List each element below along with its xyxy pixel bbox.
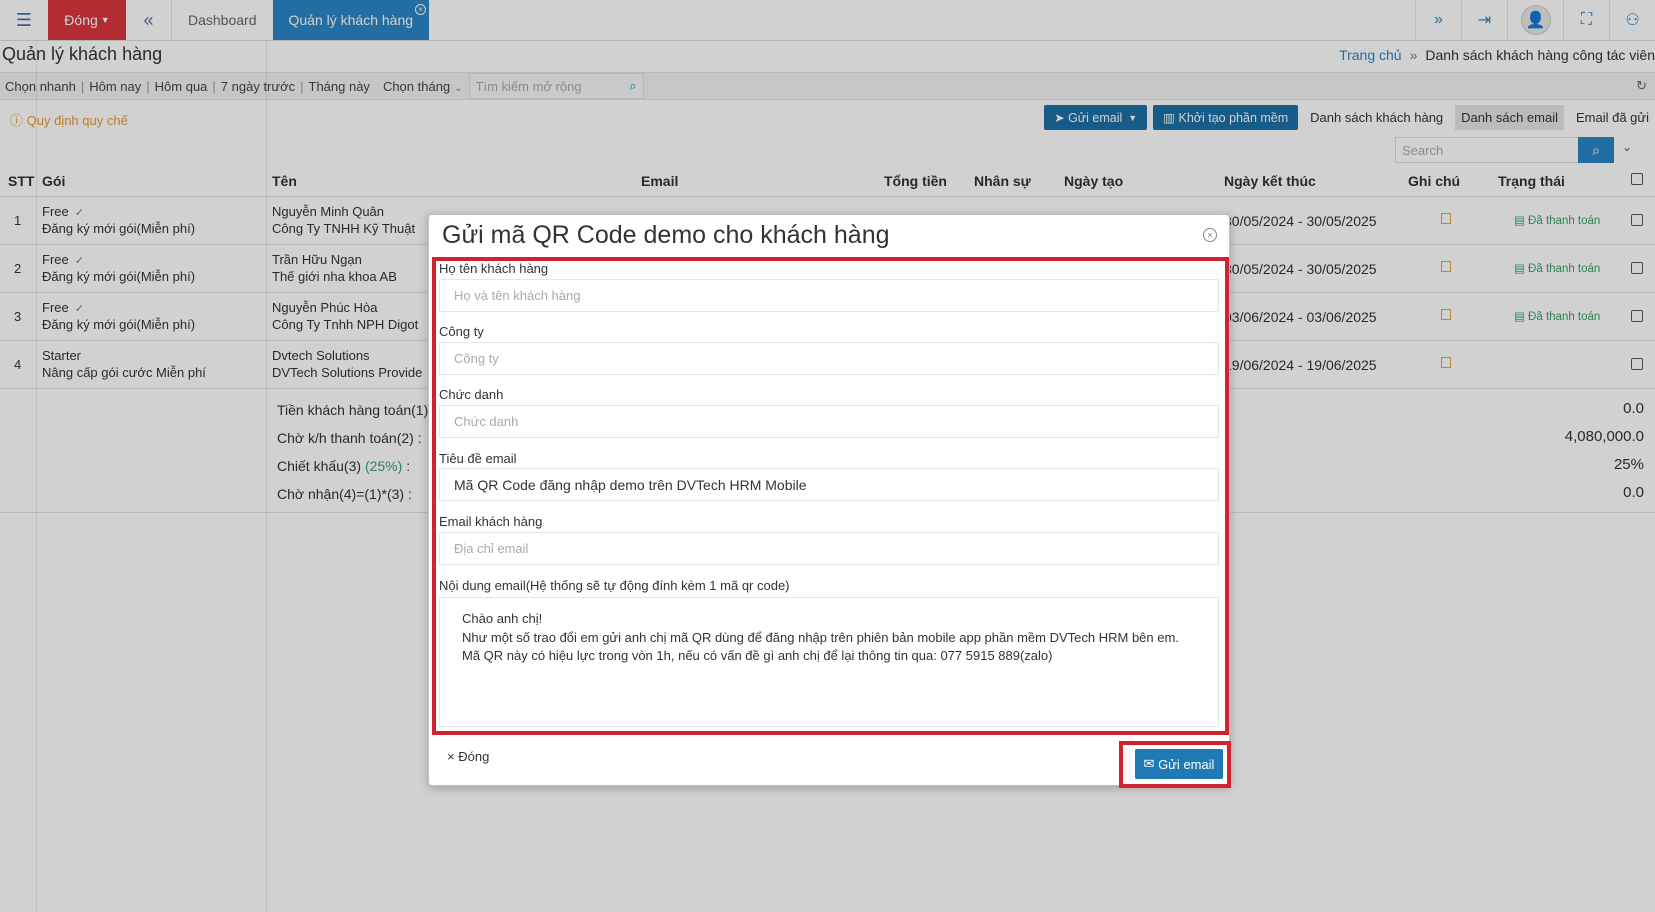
close-icon: × (447, 749, 459, 764)
close-icon[interactable]: × (1203, 228, 1217, 242)
customer-name-input[interactable]: Họ và tên khách hàng (439, 279, 1219, 312)
position-label: Chức danh (439, 387, 504, 402)
email-body-line: Chào anh chị! (462, 611, 543, 626)
modal-close-button[interactable]: × Đóng (447, 749, 489, 764)
position-placeholder: Chức danh (454, 414, 519, 429)
close-button-label: Đóng (458, 749, 490, 764)
mail-icon: ✉ (1143, 756, 1159, 771)
company-placeholder: Công ty (454, 351, 499, 366)
customer-email-label: Email khách hàng (439, 514, 543, 529)
company-input[interactable]: Công ty (439, 342, 1219, 375)
modal-title: Gửi mã QR Code demo cho khách hàng (442, 221, 890, 249)
position-input[interactable]: Chức danh (439, 405, 1219, 438)
send-button-label: Gửi email (1158, 756, 1215, 772)
email-body-textarea[interactable]: Chào anh chị! Như một số trao đổi em gửi… (439, 597, 1219, 727)
company-label: Công ty (439, 324, 484, 339)
column-divider (266, 41, 267, 912)
subject-value: Mã QR Code đăng nhập demo trên DVTech HR… (454, 476, 807, 493)
customer-email-input[interactable]: Địa chỉ email (439, 532, 1219, 565)
subject-label: Tiêu đề email (439, 451, 517, 466)
subject-input[interactable]: Mã QR Code đăng nhập demo trên DVTech HR… (439, 468, 1219, 501)
send-qr-modal: Gửi mã QR Code demo cho khách hàng × Họ … (428, 214, 1231, 788)
email-body-line: Mã QR này có hiệu lực trong vòn 1h, nếu … (462, 648, 1053, 663)
customer-email-placeholder: Địa chỉ email (454, 541, 529, 556)
email-body-line: Như một số trao đổi em gửi anh chị mã QR… (462, 629, 1179, 645)
customer-name-placeholder: Họ và tên khách hàng (454, 288, 581, 303)
customer-name-label: Họ tên khách hàng (439, 261, 549, 276)
send-email-button[interactable]: ✉ Gửi email (1135, 749, 1223, 779)
email-body-label: Nội dung email(Hệ thống sẽ tự động đính … (439, 578, 790, 593)
column-divider (36, 41, 37, 912)
